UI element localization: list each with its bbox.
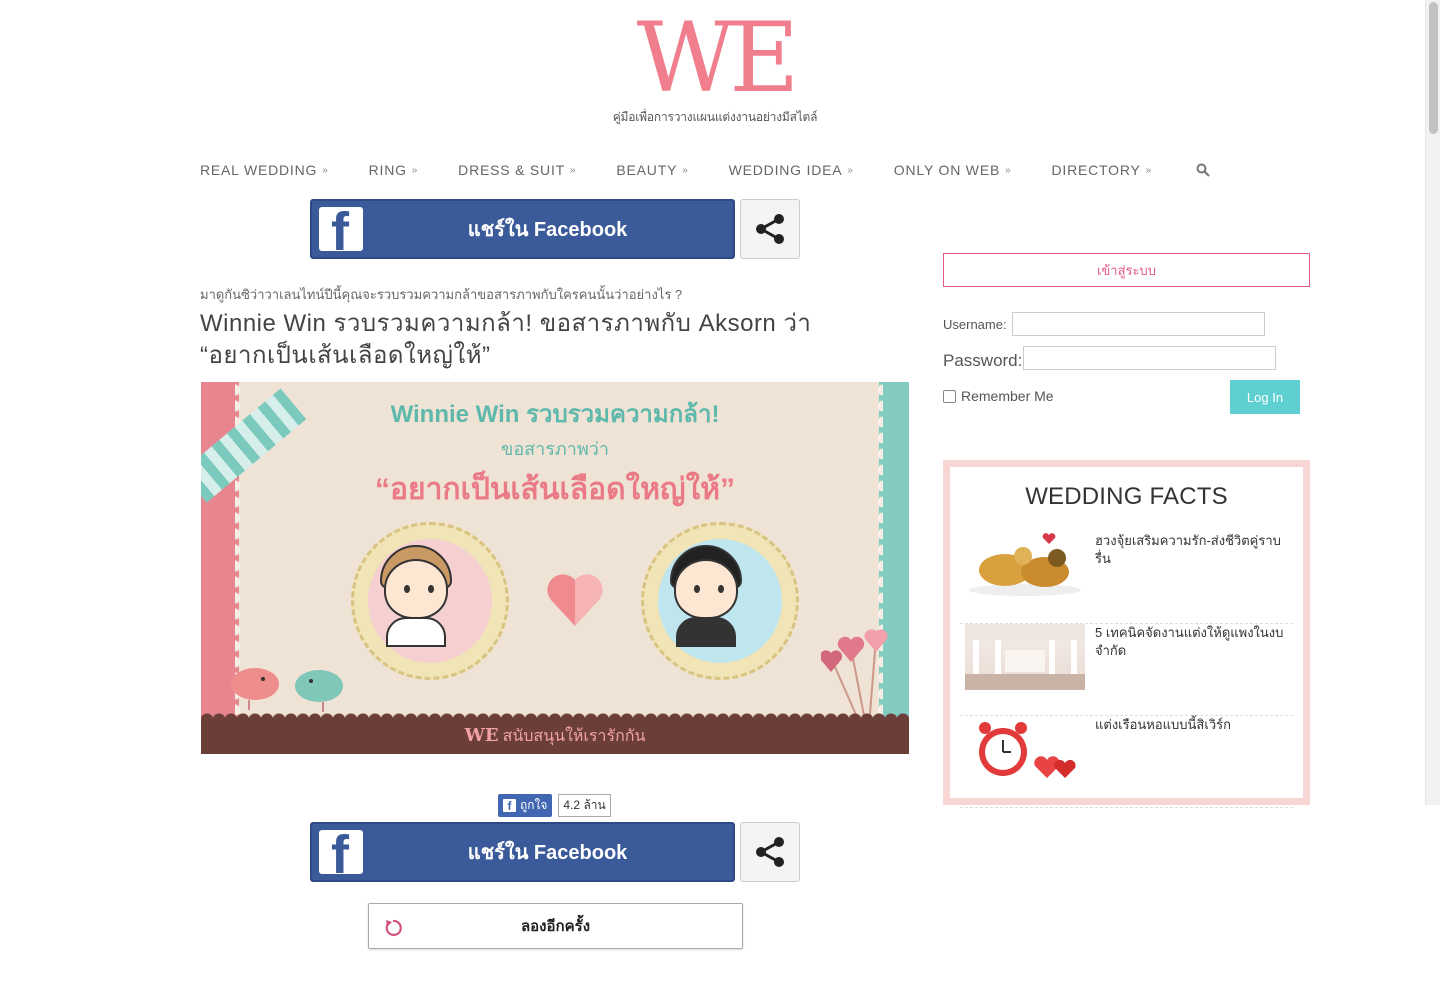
nav-item-directory[interactable]: DIRECTORY » xyxy=(1051,162,1152,178)
fact-item[interactable]: ฮวงจุ้ยเสริมความรัก-ส่งชีวิตคู่ราบรื่น xyxy=(960,532,1293,624)
facebook-like-widget: f ถูกใจ 4.2 ล้าน xyxy=(498,794,611,817)
facebook-like-button[interactable]: f ถูกใจ xyxy=(498,794,553,817)
nav-label: BEAUTY xyxy=(616,162,678,178)
heart-icon xyxy=(547,574,603,626)
nav-label: WEDDING IDEA xyxy=(728,162,843,178)
username-label: Username: xyxy=(943,317,1007,332)
hero-line1: Winnie Win รวบรวมความกล้า! xyxy=(390,401,720,428)
nav-item-wedding-idea[interactable]: WEDDING IDEA » xyxy=(729,162,854,178)
nav-item-beauty[interactable]: BEAUTY » xyxy=(616,162,688,178)
chevron-down-icon: » xyxy=(570,164,577,176)
chevron-down-icon: » xyxy=(1005,164,1012,176)
share-icon xyxy=(756,837,784,867)
nav-label: DRESS & SUIT xyxy=(458,162,566,178)
remember-me-label: Remember Me xyxy=(961,388,1054,404)
chevron-down-icon: » xyxy=(411,164,419,176)
hero-footer-band: WE สนับสนุนให้เรารักกัน xyxy=(201,708,909,754)
wedding-facts-heading: WEDDING FACTS xyxy=(1025,483,1228,510)
share-button[interactable] xyxy=(740,822,800,882)
hero-footer-text: WE สนับสนุนให้เรารักกัน xyxy=(201,724,909,749)
wedding-facts-widget: WEDDING FACTS ฮวงจุ้ยเสริมความรัก-ส่งชีว… xyxy=(943,460,1310,808)
login-title: เข้าสู่ระบบ xyxy=(943,253,1310,287)
nav-item-ring[interactable]: RING » xyxy=(369,162,419,178)
nav-label: REAL WEDDING xyxy=(200,162,318,178)
groom-avatar xyxy=(641,522,799,680)
nav-label: RING xyxy=(368,162,407,178)
fact-title: ฮวงจุ้ยเสริมความรัก-ส่งชีวิตคู่ราบรื่น xyxy=(1095,533,1281,566)
like-label: ถูกใจ xyxy=(520,798,548,812)
hero-line3: “อยากเป็นเส้นเลือดใหญ่ให้” xyxy=(374,473,736,506)
retry-icon xyxy=(385,919,402,937)
chevron-down-icon: » xyxy=(682,164,689,176)
nav-item-only-on-web[interactable]: ONLY ON WEB » xyxy=(894,162,1012,178)
logo-tagline: คู่มือเพื่อการวางแผนแต่งงานอย่างมีสไตล์ xyxy=(612,110,818,124)
share-icon xyxy=(756,214,784,244)
facebook-icon: f xyxy=(503,799,516,813)
facebook-share-label: แชร์ใน Facebook xyxy=(467,219,628,241)
scrollbar-thumb[interactable] xyxy=(1429,2,1438,134)
fact-thumbnail xyxy=(965,716,1085,782)
logo-mark: WE xyxy=(636,2,800,114)
hero-footer-slogan: สนับสนุนให้เรารักกัน xyxy=(502,728,646,745)
chevron-down-icon: » xyxy=(322,164,329,176)
fact-thumbnail xyxy=(965,624,1085,690)
facebook-share-button[interactable]: f แชร์ใน Facebook xyxy=(310,199,735,259)
username-field[interactable] xyxy=(1012,312,1265,336)
nav-label: ONLY ON WEB xyxy=(893,162,1001,178)
fact-thumbnail xyxy=(965,532,1085,598)
share-row-top: f แชร์ใน Facebook xyxy=(310,199,800,259)
nav-item-dress-suit[interactable]: DRESS & SUIT » xyxy=(458,162,576,178)
fact-title: แต่งเรือนหอแบบนี้สิเวิร์ก xyxy=(1095,717,1231,732)
share-row-bottom: f แชร์ใน Facebook xyxy=(310,822,800,882)
share-button[interactable] xyxy=(740,199,800,259)
search-icon[interactable] xyxy=(1196,163,1210,177)
site-logo[interactable]: WE คู่มือเพื่อการวางแผนแต่งงานอย่างมีสไต… xyxy=(600,10,830,125)
article-headline: Winnie Win รวบรวมความกล้า! ขอสารภาพกับ A… xyxy=(200,310,812,369)
hero-line2: ขอสารภาพว่า xyxy=(501,439,609,459)
love-birds-decoration xyxy=(231,668,343,712)
facebook-share-button[interactable]: f แชร์ใน Facebook xyxy=(310,822,735,882)
hero-image: Winnie Win รวบรวมความกล้า! ขอสารภาพว่า “… xyxy=(201,382,909,754)
fact-item[interactable]: 5 เทคนิคจัดงานแต่งให้ดูแพงในงบจำกัด xyxy=(960,624,1293,716)
fact-title: 5 เทคนิคจัดงานแต่งให้ดูแพงในงบจำกัด xyxy=(1095,625,1284,658)
facebook-share-label: แชร์ใน Facebook xyxy=(467,842,628,864)
bride-avatar xyxy=(351,522,509,680)
nav-item-real-wedding[interactable]: REAL WEDDING » xyxy=(200,162,329,178)
retry-label: ลองอีกครั้ง xyxy=(520,918,591,935)
remember-me-checkbox[interactable] xyxy=(943,389,956,403)
main-nav: REAL WEDDING » RING » DRESS & SUIT » BEAUTY… xyxy=(200,159,1210,181)
remember-me[interactable]: Remember Me xyxy=(943,388,1054,404)
chevron-down-icon: » xyxy=(1145,164,1153,176)
like-count: 4.2 ล้าน xyxy=(558,794,611,817)
article-kicker: มาดูกันซิว่าวาเลนไทน์ปีนี้คุณจะรวบรวมควา… xyxy=(200,287,683,302)
page-scrollbar[interactable] xyxy=(1425,0,1440,805)
fact-item[interactable]: แต่งเรือนหอแบบนี้สิเวิร์ก xyxy=(960,716,1293,808)
hero-footer-brand: WE xyxy=(464,725,499,746)
password-label: Password: xyxy=(943,351,1023,370)
login-button[interactable]: Log In xyxy=(1230,380,1300,414)
chevron-down-icon: » xyxy=(847,164,854,176)
nav-label: DIRECTORY xyxy=(1051,162,1141,178)
password-field[interactable] xyxy=(1023,346,1276,370)
retry-button[interactable]: ลองอีกครั้ง xyxy=(368,903,743,949)
